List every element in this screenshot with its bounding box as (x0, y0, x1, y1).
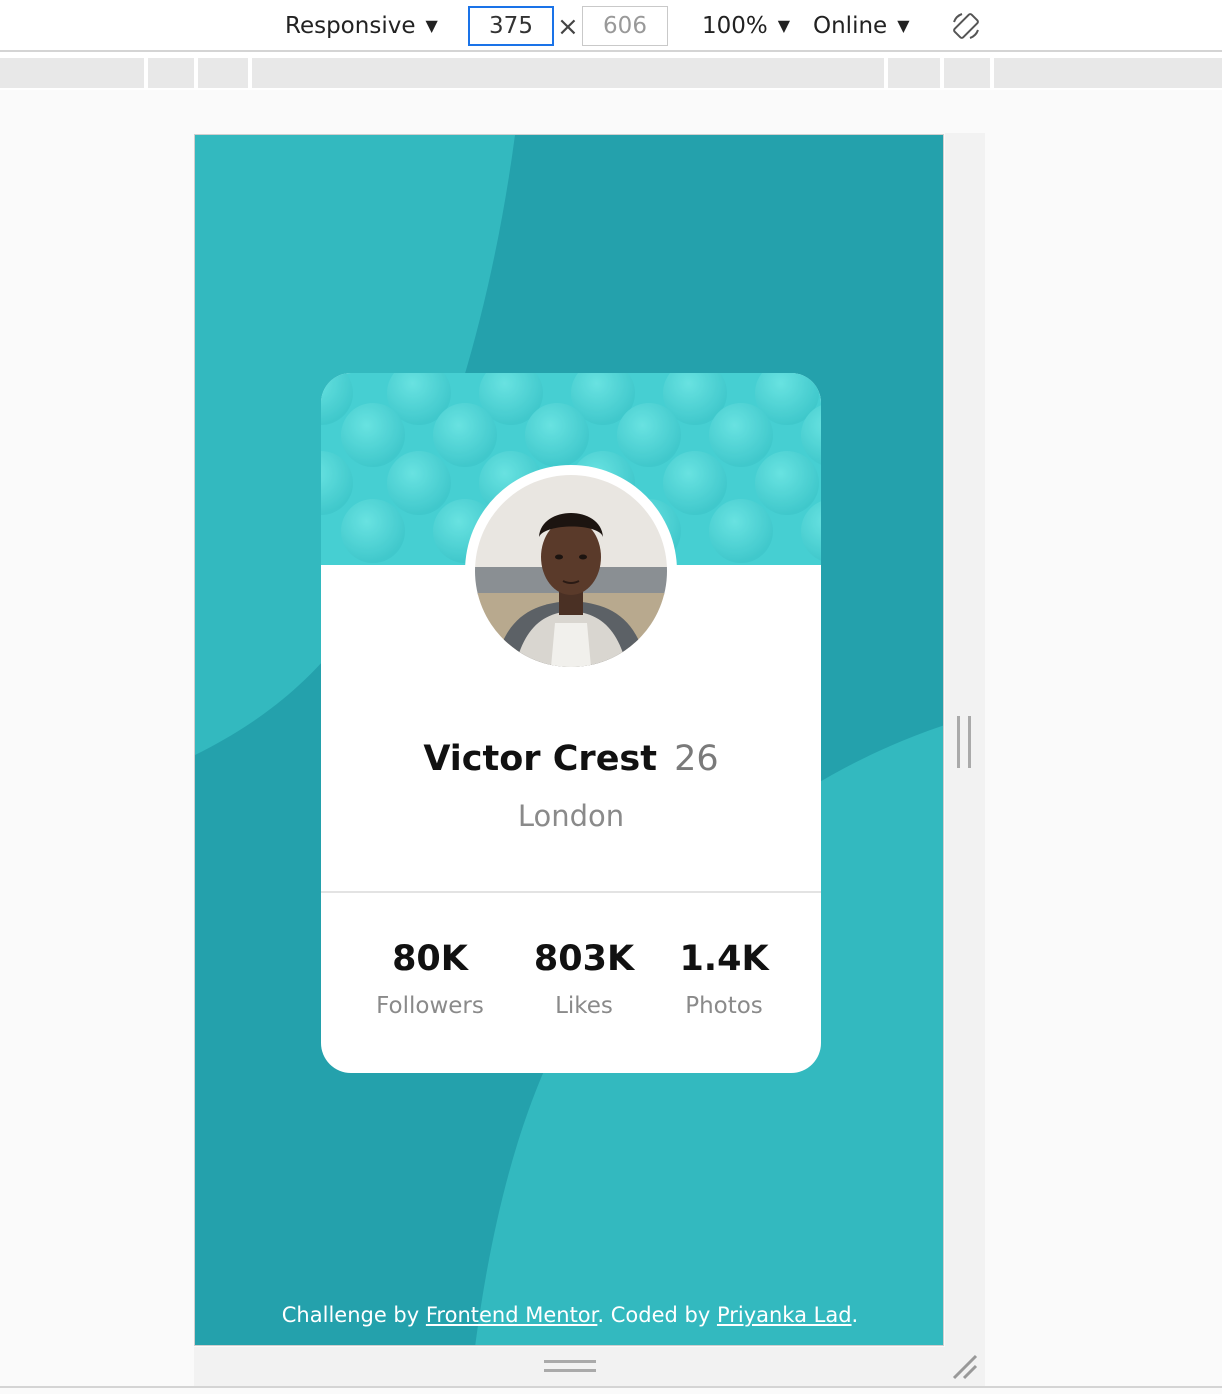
media-query-segment[interactable] (248, 58, 252, 88)
attribution-suffix: . (851, 1303, 859, 1327)
profile-card: Victor Crest 26 London 80K Followers 803… (321, 373, 821, 1073)
stat-label: Photos (685, 993, 763, 1019)
device-label: Responsive (285, 13, 416, 39)
frontend-mentor-link[interactable]: Frontend Mentor (426, 1303, 598, 1327)
rotate-icon[interactable] (950, 10, 982, 42)
width-resize-handle[interactable] (957, 716, 971, 768)
zoom-label: 100% (702, 13, 768, 39)
author-link[interactable]: Priyanka Lad (717, 1303, 852, 1327)
avatar-frame (465, 465, 677, 677)
stat-value: 80K (392, 939, 468, 979)
avatar (475, 475, 667, 667)
chevron-down-icon: ▼ (777, 16, 791, 35)
divider (0, 1386, 1222, 1388)
profile-location: London (517, 799, 625, 833)
device-viewport: Victor Crest 26 London 80K Followers 803… (194, 134, 944, 1346)
corner-resize-handle[interactable] (950, 1352, 980, 1382)
stat-followers: 80K Followers (355, 939, 505, 1019)
media-query-segment[interactable] (990, 58, 994, 88)
attribution-prefix: Challenge by (281, 1303, 426, 1327)
profile-age: 26 (674, 739, 719, 779)
stat-label: Likes (555, 993, 613, 1019)
avatar-photo (475, 475, 667, 667)
stat-value: 1.4K (679, 939, 769, 979)
height-input[interactable]: 606 (582, 6, 668, 46)
zoom-select[interactable]: 100% ▼ (702, 8, 790, 44)
chevron-down-icon: ▼ (897, 16, 910, 35)
chevron-down-icon: ▼ (425, 16, 438, 35)
media-query-segment[interactable] (884, 58, 888, 88)
card-divider (321, 891, 821, 893)
stat-photos: 1.4K Photos (649, 939, 799, 1019)
stat-likes: 803K Likes (509, 939, 659, 1019)
network-select[interactable]: Online ▼ (813, 8, 910, 44)
devtools-toolbar: Responsive ▼ 375 × 606 100% ▼ Online ▼ (0, 0, 1222, 52)
stat-value: 803K (533, 939, 635, 979)
attribution-middle: . Coded by (597, 1303, 717, 1327)
media-query-segment[interactable] (194, 58, 198, 88)
stat-label: Followers (376, 993, 484, 1019)
network-label: Online (813, 13, 888, 39)
media-query-segment[interactable] (940, 58, 944, 88)
media-query-bar (0, 58, 1222, 88)
width-input[interactable]: 375 (468, 6, 554, 46)
times-sign: × (557, 12, 579, 42)
media-query-segment[interactable] (144, 58, 148, 88)
device-select[interactable]: Responsive ▼ (285, 8, 438, 44)
height-resize-handle[interactable] (544, 1360, 596, 1372)
profile-name-line: Victor Crest 26 (321, 739, 821, 779)
profile-name: Victor Crest (423, 739, 657, 779)
attribution: Challenge by Frontend Mentor. Coded by P… (195, 1303, 943, 1327)
